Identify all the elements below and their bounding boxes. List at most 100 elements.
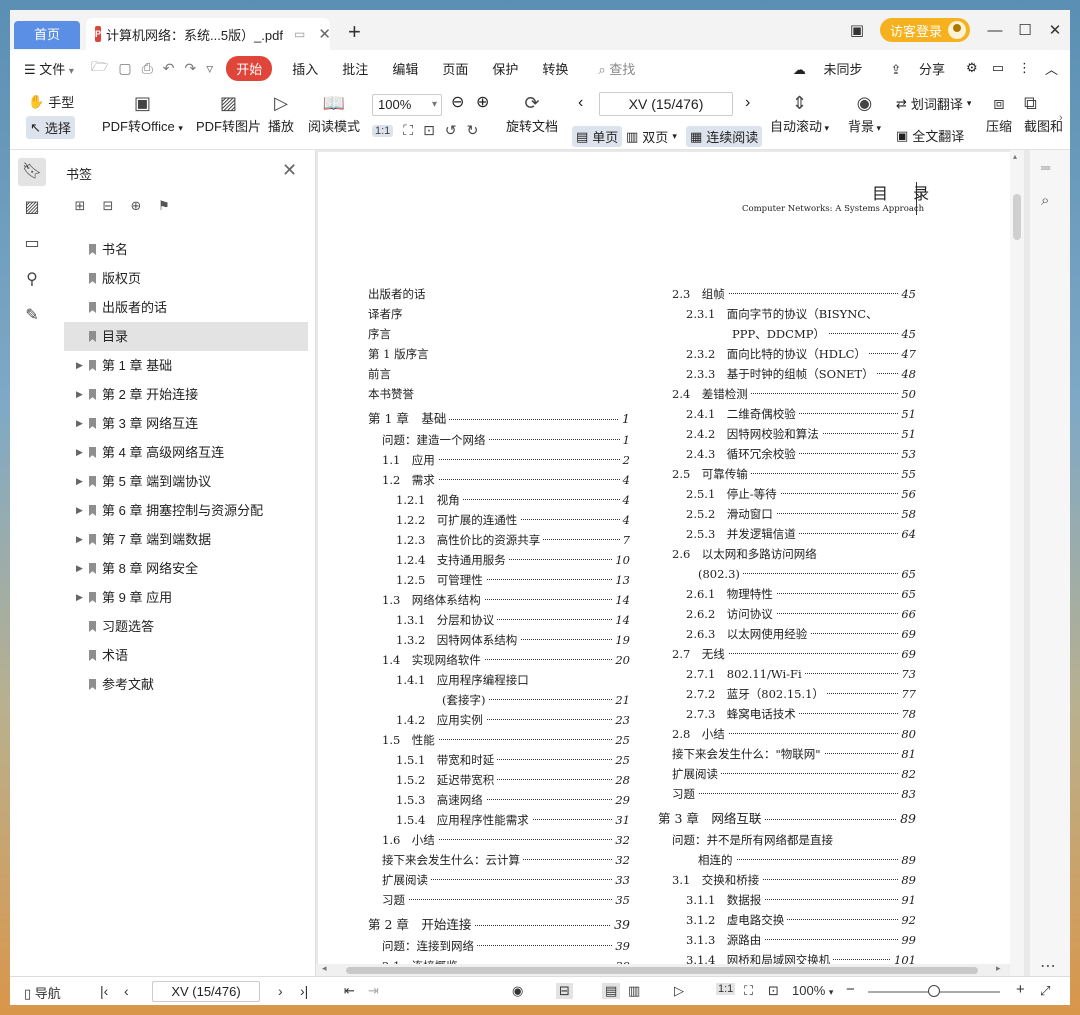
add-bookmark-icon[interactable]: ⊕: [128, 198, 144, 214]
bookmark-item[interactable]: ▶ 第 4 章 高级网络互连: [64, 438, 308, 467]
sync-status[interactable]: ☁ 未同步: [779, 59, 877, 78]
toc-entry[interactable]: 1.5.2 延迟带宽积 28: [368, 770, 630, 790]
status-page-input[interactable]: XV (15/476): [152, 981, 260, 1002]
toc-entry[interactable]: 第 2 章 开始连接 39: [368, 914, 630, 936]
toc-entry[interactable]: 第 3 章 网络互联 89: [658, 808, 916, 830]
select-tool[interactable]: ↖ 选择: [26, 116, 75, 139]
bookmark-panel-icon[interactable]: 🔖︎: [18, 158, 46, 186]
toc-entry[interactable]: 2.7.3 蜂窝电话技术 78: [658, 704, 916, 724]
window-count-icon[interactable]: ▣: [842, 21, 872, 39]
bookmark-item[interactable]: 书名: [64, 235, 308, 264]
menu-protect[interactable]: 保护: [480, 59, 530, 78]
fit-width-status-icon[interactable]: ⊡: [768, 983, 779, 999]
toc-entry[interactable]: 3.1 交换和桥接 89: [658, 870, 916, 890]
toc-entry[interactable]: 2.6 以太网和多路访问网络: [658, 544, 916, 564]
tab-home[interactable]: 首页: [14, 21, 80, 49]
vertical-scrollbar[interactable]: ▴: [1010, 150, 1024, 976]
tab-document[interactable]: P 计算机网络：系统...5版）_.pdf ▭ ✕: [86, 18, 331, 50]
zoom-slider-thumb[interactable]: [928, 985, 940, 997]
toc-entry[interactable]: (套接字) 21: [368, 690, 630, 710]
comment-icon[interactable]: ▭: [985, 60, 1011, 76]
bookmark-item[interactable]: ▶ 第 5 章 端到端协议: [64, 467, 308, 496]
redo-icon[interactable]: ↷: [180, 60, 202, 77]
toc-entry[interactable]: 1.3.2 因特网体系结构 19: [368, 630, 630, 650]
settings-icon[interactable]: ⚙: [959, 60, 985, 76]
toc-entry[interactable]: 2.3 组帧 45: [658, 284, 916, 304]
toc-entry[interactable]: 出版者的话: [368, 284, 630, 304]
fit-page-icon[interactable]: ⛶: [403, 122, 413, 139]
expand-arrow-icon[interactable]: ▶: [76, 583, 83, 612]
rotate-document-button[interactable]: ⟳ 旋转文档: [506, 90, 558, 135]
toc-entry[interactable]: 1.4 实现网络软件 20: [368, 650, 630, 670]
continuous-read-button[interactable]: ▦ 连续阅读: [686, 126, 763, 147]
horizontal-scrollbar[interactable]: ◂ ▸: [316, 963, 1016, 976]
next-page-icon[interactable]: ›: [745, 94, 750, 112]
menu-annotate[interactable]: 批注: [330, 59, 380, 78]
prev-page-icon[interactable]: ‹: [578, 94, 583, 112]
first-page-icon[interactable]: |‹: [100, 983, 108, 999]
toc-entry[interactable]: 第 1 版序言: [368, 344, 630, 364]
actual-size-status-icon[interactable]: 1:1: [716, 983, 736, 995]
toc-entry[interactable]: 1.4.1 应用程序编程接口: [368, 670, 630, 690]
search-box[interactable]: ⌕ 查找: [598, 59, 635, 78]
play-status-icon[interactable]: ▷: [674, 983, 684, 999]
maximize-icon[interactable]: ☐: [1010, 21, 1040, 39]
next-page-status-icon[interactable]: ›: [278, 983, 283, 999]
toc-entry[interactable]: 2.5.2 滑动窗口 58: [658, 504, 916, 524]
close-tab-icon[interactable]: ✕: [318, 25, 331, 43]
file-menu[interactable]: ☰ 文件 ▾: [10, 59, 86, 78]
toc-entry[interactable]: 1.2.2 可扩展的连通性 4: [368, 510, 630, 530]
navigation-toggle[interactable]: ▯ 导航: [24, 983, 61, 1002]
toc-entry[interactable]: 2.4.3 循环冗余校验 53: [658, 444, 916, 464]
bookmark-item[interactable]: ▶ 第 6 章 拥塞控制与资源分配: [64, 496, 308, 525]
toc-entry[interactable]: 2.3.2 面向比特的协议（HDLC） 47: [658, 344, 916, 364]
login-button[interactable]: 访客登录: [879, 18, 970, 42]
zoom-status[interactable]: 100% ▾: [792, 983, 833, 998]
toc-entry[interactable]: 2.5 可靠传输 55: [658, 464, 916, 484]
toc-entry[interactable]: 译者序: [368, 304, 630, 324]
zoom-out-icon[interactable]: ⊖: [451, 92, 464, 112]
toc-entry[interactable]: 1.1 应用 2: [368, 450, 630, 470]
toc-entry[interactable]: 3.1.1 数据报 91: [658, 890, 916, 910]
auto-scroll-button[interactable]: ⇕ 自动滚动 ▾: [770, 90, 829, 135]
full-translate-button[interactable]: ▣ 全文翻译: [896, 126, 964, 145]
expand-arrow-icon[interactable]: ▶: [76, 409, 83, 438]
attachment-panel-icon[interactable]: ⚲: [18, 266, 46, 294]
toc-entry[interactable]: 1.5.3 高速网络 29: [368, 790, 630, 810]
bookmark-item[interactable]: 术语: [64, 641, 308, 670]
bookmark-item[interactable]: ▶ 第 1 章 基础: [64, 351, 308, 380]
fit-view-icon[interactable]: ⊟: [556, 983, 573, 999]
toc-entry[interactable]: 1.4.2 应用实例 23: [368, 710, 630, 730]
toc-entry[interactable]: 2.5.1 停止-等待 56: [658, 484, 916, 504]
toc-entry[interactable]: 1.5.4 应用程序性能需求 31: [368, 810, 630, 830]
single-page-button[interactable]: ▤ 单页: [572, 126, 623, 147]
collapse-icon[interactable]: ︿: [1038, 59, 1070, 78]
scroll-up-icon[interactable]: ▴: [1013, 152, 1017, 161]
comment-panel-icon[interactable]: ▭: [18, 230, 46, 258]
toc-entry[interactable]: 习题 83: [658, 784, 916, 804]
toc-entry[interactable]: 3.1.3 源路由 99: [658, 930, 916, 950]
toc-entry[interactable]: 1.2.4 支持通用服务 10: [368, 550, 630, 570]
compress-button[interactable]: ⧈ 压缩: [986, 90, 1012, 135]
fit-page-status-icon[interactable]: ⛶: [744, 983, 753, 999]
toc-entry[interactable]: 2.6.3 以太网使用经验 69: [658, 624, 916, 644]
undo-icon[interactable]: ↶: [158, 60, 180, 77]
bookmark-item[interactable]: 参考文献: [64, 670, 308, 699]
bookmark-item[interactable]: ▶ 第 2 章 开始连接: [64, 380, 308, 409]
toc-entry[interactable]: 1.3.1 分层和协议 14: [368, 610, 630, 630]
toc-entry[interactable]: 扩展阅读 82: [658, 764, 916, 784]
expand-arrow-icon[interactable]: ▶: [76, 438, 83, 467]
toc-entry[interactable]: 接下来会发生什么：云计算 32: [368, 850, 630, 870]
toc-entry[interactable]: 本书赞誉: [368, 384, 630, 404]
expand-arrow-icon[interactable]: ▶: [76, 351, 83, 380]
more-icon[interactable]: ⋮: [1011, 60, 1038, 76]
zoom-in-status-icon[interactable]: +: [1016, 981, 1025, 998]
pdf-to-image-button[interactable]: ▨ PDF转图片: [196, 90, 261, 135]
fullscreen-icon[interactable]: ⤢: [1040, 983, 1050, 999]
toc-entry[interactable]: 1.5.1 带宽和时延 25: [368, 750, 630, 770]
toc-entry[interactable]: 相连的 89: [658, 850, 916, 870]
signature-panel-icon[interactable]: ✎: [18, 302, 46, 330]
bookmark-item[interactable]: 版权页: [64, 264, 308, 293]
rotate-right-icon[interactable]: ↻: [467, 122, 479, 139]
scroll-right-icon[interactable]: ▸: [996, 963, 1001, 974]
